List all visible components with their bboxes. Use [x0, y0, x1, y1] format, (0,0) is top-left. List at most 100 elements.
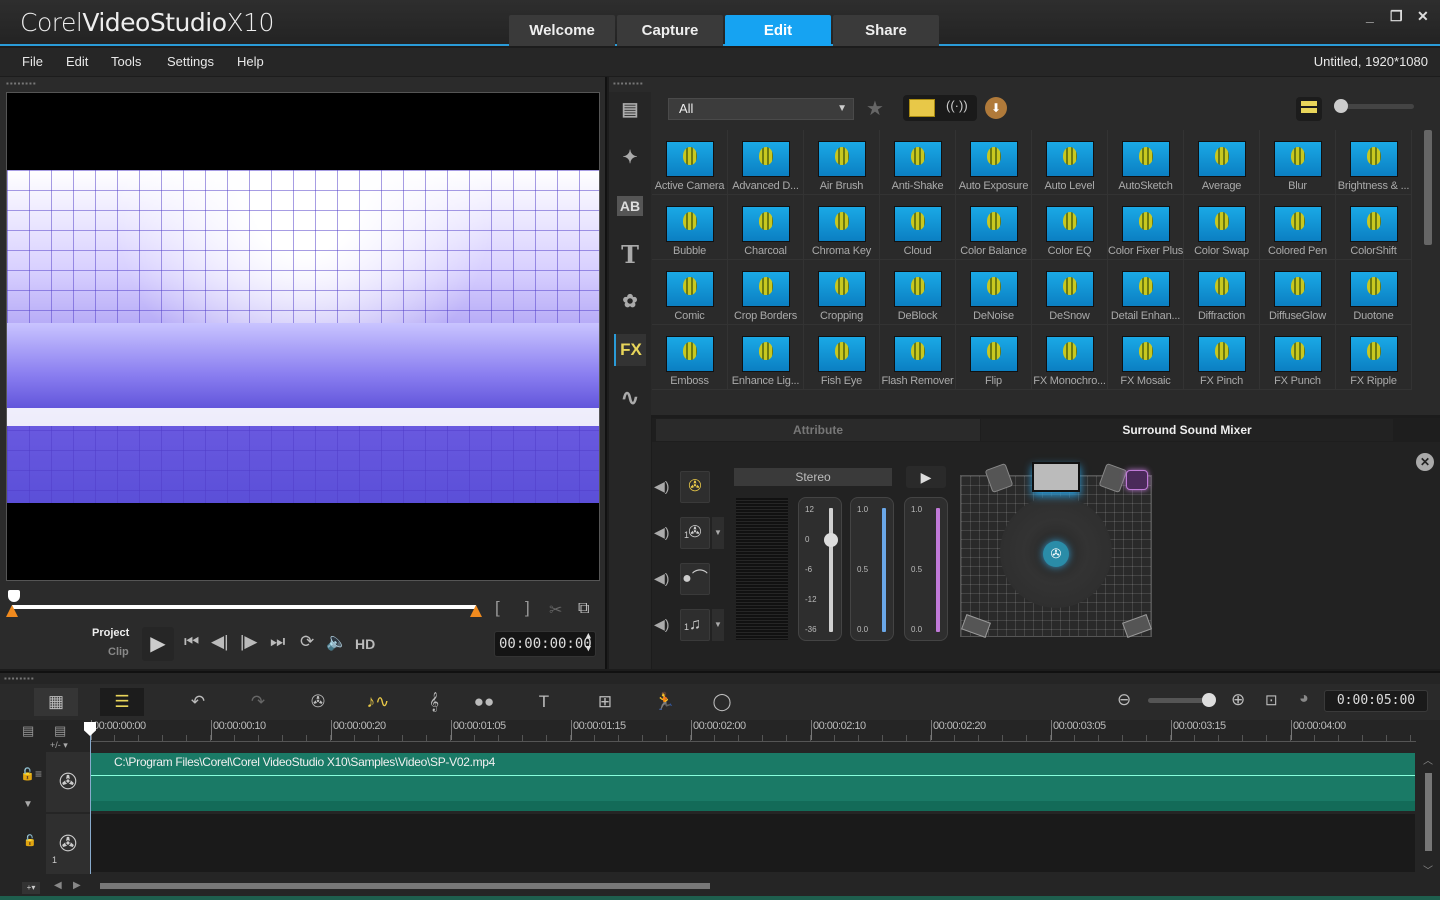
graphic-icon[interactable]: ✿ [614, 285, 646, 317]
minimize-button[interactable]: _ [1366, 8, 1374, 24]
filter-item[interactable]: Color Swap [1184, 195, 1260, 260]
music-track-channel-button[interactable]: ♫ 1 [680, 609, 710, 641]
tab-welcome[interactable]: Welcome [509, 15, 615, 46]
filter-item[interactable]: Comic [652, 260, 728, 325]
filter-item[interactable]: DiffuseGlow [1260, 260, 1336, 325]
trim-end-marker[interactable] [470, 605, 482, 617]
filter-item[interactable]: Emboss [652, 325, 728, 390]
thumbnail-size-knob[interactable] [1334, 99, 1348, 113]
repeat-button[interactable]: ⟳ [300, 632, 314, 652]
filter-item[interactable]: FX Pinch [1184, 325, 1260, 390]
timeline-zoom-knob[interactable] [1202, 693, 1216, 707]
filter-item[interactable]: AutoSketch [1108, 130, 1184, 195]
filter-item[interactable]: Color Fixer Plus [1108, 195, 1184, 260]
mode-clip[interactable]: Clip [108, 646, 129, 658]
panel-grip[interactable]: ▪▪▪▪▪▪▪▪ [6, 79, 37, 88]
instant-project-icon[interactable]: ✦ [614, 141, 646, 173]
filter-item[interactable]: Blur [1260, 130, 1336, 195]
overlay-track[interactable] [91, 814, 1415, 872]
overlay-track-dropdown[interactable]: ▼ [712, 517, 724, 549]
scroll-down-icon[interactable]: ﹀ [1423, 862, 1433, 877]
scroll-right-icon[interactable]: ▶ [73, 880, 81, 891]
filter-item[interactable]: Flash Remover [880, 325, 956, 390]
audio-filter-icon[interactable]: ((·)) [946, 98, 968, 113]
restore-button[interactable]: ❐ [1390, 8, 1403, 25]
lock-icon[interactable]: 🔓 [23, 834, 37, 847]
fit-project-icon[interactable]: ⊡ [1265, 691, 1278, 709]
play-button[interactable]: ▶ [142, 627, 174, 661]
close-options-icon[interactable]: ✕ [1416, 453, 1434, 471]
tab-surround-sound-mixer[interactable]: Surround Sound Mixer [981, 419, 1393, 441]
filter-item[interactable]: DeBlock [880, 260, 956, 325]
auto-music-button[interactable]: 𝄞 [412, 688, 456, 716]
speaker-icon[interactable]: ◀) [654, 524, 669, 541]
video-filter-icon[interactable] [909, 99, 935, 117]
scroll-left-icon[interactable]: ◀ [54, 880, 62, 891]
menu-tools[interactable]: Tools [111, 54, 141, 69]
filter-item[interactable]: Auto Exposure [956, 130, 1032, 195]
close-button[interactable]: ✕ [1417, 8, 1429, 25]
category-dropdown[interactable]: All ▼ [668, 98, 854, 120]
mark-out-button[interactable]: ] [525, 598, 530, 618]
video-track-header[interactable]: ✇ [46, 752, 90, 812]
add-remove-track-button[interactable]: +/- ▾ [50, 740, 68, 751]
sound-position-handle[interactable]: ✇ [1043, 541, 1069, 567]
scrub-bar[interactable] [12, 605, 476, 609]
volume-button[interactable]: 🔈 [326, 632, 347, 652]
menu-file[interactable]: File [22, 54, 43, 69]
filter-item[interactable]: FX Ripple [1336, 325, 1412, 390]
collapse-track-icon[interactable]: ▼ [23, 799, 33, 810]
undo-button[interactable]: ↶ [176, 688, 220, 716]
menu-edit[interactable]: Edit [66, 54, 88, 69]
tab-attribute[interactable]: Attribute [656, 419, 980, 441]
timeline-grip[interactable]: ▪▪▪▪▪▪▪▪ [4, 674, 35, 683]
speaker-icon[interactable]: ◀) [654, 616, 669, 633]
left-right-fader[interactable]: 1.0 0.5 0.0 [850, 497, 894, 641]
music-track-dropdown[interactable]: ▼ [712, 609, 724, 641]
channel-mode-label[interactable]: Stereo [734, 468, 892, 486]
scrubber-handle[interactable] [8, 590, 20, 602]
timeline-horizontal-scrollbar[interactable] [100, 883, 710, 889]
filter-item[interactable]: Charcoal [728, 195, 804, 260]
filter-item[interactable]: DeNoise [956, 260, 1032, 325]
filter-item[interactable]: Anti-Shake [880, 130, 956, 195]
filter-item[interactable]: Fish Eye [804, 325, 880, 390]
timeline-view-button[interactable]: ☰ [100, 688, 144, 716]
scroll-up-icon[interactable]: ︿ [1423, 752, 1433, 767]
mixer-play-button[interactable]: ▶ [906, 466, 946, 488]
preview-screen[interactable] [6, 92, 600, 581]
timeline-vertical-scrollbar[interactable] [1425, 773, 1432, 851]
video-track-channel-button[interactable]: ✇ [680, 471, 710, 503]
get-more-icon[interactable]: ⬇ [985, 97, 1007, 119]
filter-item[interactable]: Enhance Lig... [728, 325, 804, 390]
tab-capture[interactable]: Capture [617, 15, 723, 46]
filter-item[interactable]: FX Monochro... [1032, 325, 1108, 390]
filter-item[interactable]: Bubble [652, 195, 728, 260]
transition-icon[interactable]: AB [617, 196, 643, 216]
filter-icon[interactable]: FX [614, 334, 646, 366]
filter-item[interactable]: Cloud [880, 195, 956, 260]
filter-item[interactable]: Average [1184, 130, 1260, 195]
overlay-track-header[interactable]: ✇ 1 [46, 814, 90, 874]
mask-creator-button[interactable]: ◯ [700, 688, 744, 716]
redo-button[interactable]: ↷ [236, 688, 280, 716]
library-scrollbar[interactable] [1424, 130, 1432, 245]
filter-item[interactable]: Advanced D... [728, 130, 804, 195]
trim-start-marker[interactable] [6, 605, 18, 617]
timecode-stepper[interactable]: ▲ ▼ [586, 630, 591, 656]
mode-project[interactable]: Project [92, 627, 129, 639]
filter-item[interactable]: Auto Level [1032, 130, 1108, 195]
filter-item[interactable]: Duotone [1336, 260, 1412, 325]
track-manager-icon[interactable]: ▤ [22, 723, 34, 739]
add-chapter-icon[interactable]: ▤ [54, 723, 66, 739]
filter-item[interactable]: FX Punch [1260, 325, 1336, 390]
volume-fader-knob[interactable] [824, 533, 838, 547]
filter-item[interactable]: Color EQ [1032, 195, 1108, 260]
hd-preview-button[interactable]: HD [355, 636, 375, 652]
timecode-field[interactable]: 00:00:00:00 ▲ ▼ [494, 631, 596, 657]
end-button[interactable]: ⏭ [270, 632, 285, 652]
playhead-line[interactable] [90, 722, 91, 874]
filter-item[interactable]: Active Camera [652, 130, 728, 195]
volume-fader[interactable]: 12 0 -6 -12 -36 [798, 497, 842, 641]
track-options-icon[interactable]: +▾ [22, 882, 40, 894]
